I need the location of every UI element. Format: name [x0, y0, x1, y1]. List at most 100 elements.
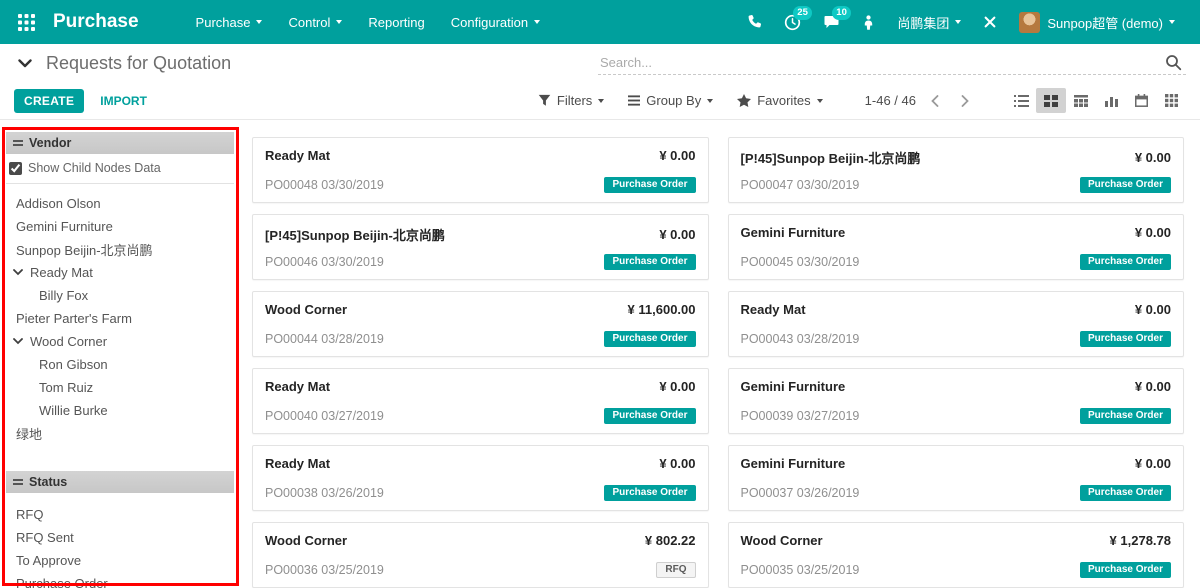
- vendor-tree-item[interactable]: Billy Fox: [6, 284, 234, 307]
- search-input[interactable]: [600, 55, 1163, 70]
- card-bottom-row: PO00048 03/30/2019 Purchase Order: [265, 177, 696, 193]
- app-title[interactable]: Purchase: [53, 11, 139, 33]
- card-bottom-row: PO00035 03/25/2019 Purchase Order: [741, 562, 1172, 578]
- favorites-button[interactable]: Favorites: [737, 93, 822, 108]
- card-amount: ¥ 0.00: [1135, 150, 1171, 165]
- activity-view-icon: [1165, 94, 1178, 107]
- card-reference: PO00039 03/27/2019: [741, 409, 860, 423]
- vendor-tree-item[interactable]: Addison Olson: [6, 192, 234, 215]
- import-button[interactable]: IMPORT: [100, 94, 147, 108]
- show-child-nodes-checkbox[interactable]: [9, 162, 22, 175]
- card-top-row: Gemini Furniture ¥ 0.00: [741, 225, 1172, 240]
- kanban-card[interactable]: [P!45]Sunpop Beijin-北京尚鹏 ¥ 0.00 PO00047 …: [728, 137, 1185, 203]
- kanban-card[interactable]: Wood Corner ¥ 802.22 PO00036 03/25/2019 …: [252, 522, 709, 588]
- card-amount: ¥ 0.00: [1135, 302, 1171, 317]
- card-reference: PO00043 03/28/2019: [741, 332, 860, 346]
- kanban-card[interactable]: Wood Corner ¥ 11,600.00 PO00044 03/28/20…: [252, 291, 709, 357]
- tree-sidebar: Vendor Show Child Nodes Data Addison Ols…: [0, 120, 240, 588]
- card-amount: ¥ 0.00: [659, 148, 695, 163]
- person-button[interactable]: [851, 0, 886, 44]
- phone-button[interactable]: [735, 0, 773, 44]
- kanban-card[interactable]: Ready Mat ¥ 0.00 PO00043 03/28/2019 Purc…: [728, 291, 1185, 357]
- kanban-card[interactable]: [P!45]Sunpop Beijin-北京尚鹏 ¥ 0.00 PO00046 …: [252, 214, 709, 280]
- kanban-card[interactable]: Gemini Furniture ¥ 0.00 PO00039 03/27/20…: [728, 368, 1185, 434]
- vendor-tree-item[interactable]: Pieter Parter's Farm: [6, 307, 234, 330]
- status-tree-item[interactable]: RFQ: [6, 503, 234, 526]
- vendor-tree-item[interactable]: 绿地: [6, 422, 234, 445]
- activity-view-button[interactable]: [1156, 88, 1186, 113]
- vendor-tree-item[interactable]: Willie Burke: [6, 399, 234, 422]
- kanban-card[interactable]: Gemini Furniture ¥ 0.00 PO00037 03/26/20…: [728, 445, 1185, 511]
- calendar-view-button[interactable]: [1126, 88, 1156, 113]
- card-status-badge: Purchase Order: [1080, 562, 1171, 578]
- list-view-button[interactable]: [1006, 88, 1036, 113]
- status-section-header[interactable]: Status: [6, 471, 234, 493]
- chevron-down-icon[interactable]: [13, 269, 27, 276]
- caret-down-icon: [955, 20, 961, 24]
- vendor-section-header[interactable]: Vendor: [6, 132, 234, 154]
- card-amount: ¥ 0.00: [659, 227, 695, 242]
- status-label: To Approve: [16, 553, 81, 568]
- menu-configuration[interactable]: Configuration: [438, 0, 553, 44]
- kanban-card[interactable]: Ready Mat ¥ 0.00 PO00048 03/30/2019 Purc…: [252, 137, 709, 203]
- user-menu[interactable]: Sunpop超管 (demo): [1008, 0, 1186, 44]
- kanban-view-button[interactable]: [1036, 88, 1066, 113]
- group-by-button[interactable]: Group By: [628, 93, 713, 108]
- apps-menu-button[interactable]: [14, 10, 39, 35]
- card-reference: PO00047 03/30/2019: [741, 178, 860, 192]
- card-top-row: Wood Corner ¥ 1,278.78: [741, 533, 1172, 548]
- kanban-card[interactable]: Ready Mat ¥ 0.00 PO00040 03/27/2019 Purc…: [252, 368, 709, 434]
- menu-control[interactable]: Control: [275, 0, 355, 44]
- kanban-card[interactable]: Wood Corner ¥ 1,278.78 PO00035 03/25/201…: [728, 522, 1185, 588]
- activities-button[interactable]: 25: [773, 0, 812, 44]
- collapse-chevron-button[interactable]: [14, 55, 36, 72]
- graph-view-button[interactable]: [1096, 88, 1126, 113]
- buttons-row: CREATE IMPORT Filters Group By: [0, 82, 1200, 119]
- pivot-view-button[interactable]: [1066, 88, 1096, 113]
- create-button[interactable]: CREATE: [14, 89, 84, 113]
- chevron-down-icon: [18, 59, 32, 68]
- message-count-badge: 10: [832, 6, 852, 20]
- messages-button[interactable]: 10: [812, 0, 851, 44]
- pager-value[interactable]: 1-46 / 46: [865, 93, 916, 108]
- status-tree-item[interactable]: Purchase Order: [6, 572, 234, 588]
- pager-previous-button[interactable]: [924, 91, 946, 111]
- caret-down-icon: [1169, 20, 1175, 24]
- top-menu: Purchase Control Reporting Configuration: [183, 0, 554, 44]
- kanban-card[interactable]: Gemini Furniture ¥ 0.00 PO00045 03/30/20…: [728, 214, 1185, 280]
- vendor-tree-item[interactable]: Ron Gibson: [6, 353, 234, 376]
- vendor-tree-item[interactable]: Tom Ruiz: [6, 376, 234, 399]
- filters-button[interactable]: Filters: [538, 93, 604, 108]
- chevron-down-icon[interactable]: [13, 338, 27, 345]
- pager-next-button[interactable]: [954, 91, 976, 111]
- vendor-label: Tom Ruiz: [39, 380, 93, 395]
- card-status-badge: Purchase Order: [604, 177, 695, 193]
- tools-button[interactable]: [972, 0, 1008, 44]
- activity-count-badge: 25: [793, 6, 813, 20]
- vendor-tree-item[interactable]: Sunpop Beijin-北京尚鹏: [6, 238, 234, 261]
- card-vendor: Ready Mat: [265, 148, 330, 163]
- card-top-row: Ready Mat ¥ 0.00: [265, 379, 696, 394]
- card-status-badge: Purchase Order: [1080, 408, 1171, 424]
- kanban-card[interactable]: Ready Mat ¥ 0.00 PO00038 03/26/2019 Purc…: [252, 445, 709, 511]
- search-button[interactable]: [1163, 54, 1184, 71]
- vendor-label: Sunpop Beijin-北京尚鹏: [16, 240, 153, 259]
- menu-purchase-label: Purchase: [196, 15, 251, 30]
- vendor-tree-item[interactable]: Wood Corner: [6, 330, 234, 353]
- menu-purchase[interactable]: Purchase: [183, 0, 276, 44]
- company-switcher[interactable]: 尚鹏集团: [886, 0, 972, 44]
- cross-tools-icon: [983, 15, 997, 29]
- card-status-badge: Purchase Order: [604, 408, 695, 424]
- vendor-section-label: Vendor: [29, 136, 71, 150]
- vendor-tree-item[interactable]: Gemini Furniture: [6, 215, 234, 238]
- caret-down-icon: [336, 20, 342, 24]
- content-area: Vendor Show Child Nodes Data Addison Ols…: [0, 120, 1200, 588]
- vendor-tree-item[interactable]: Ready Mat: [6, 261, 234, 284]
- section-bars-icon: [13, 139, 23, 147]
- filters-label: Filters: [557, 93, 592, 108]
- status-tree-item[interactable]: To Approve: [6, 549, 234, 572]
- status-tree-item[interactable]: RFQ Sent: [6, 526, 234, 549]
- card-vendor: Wood Corner: [265, 302, 347, 317]
- menu-reporting[interactable]: Reporting: [355, 0, 437, 44]
- page-title: Requests for Quotation: [46, 53, 231, 74]
